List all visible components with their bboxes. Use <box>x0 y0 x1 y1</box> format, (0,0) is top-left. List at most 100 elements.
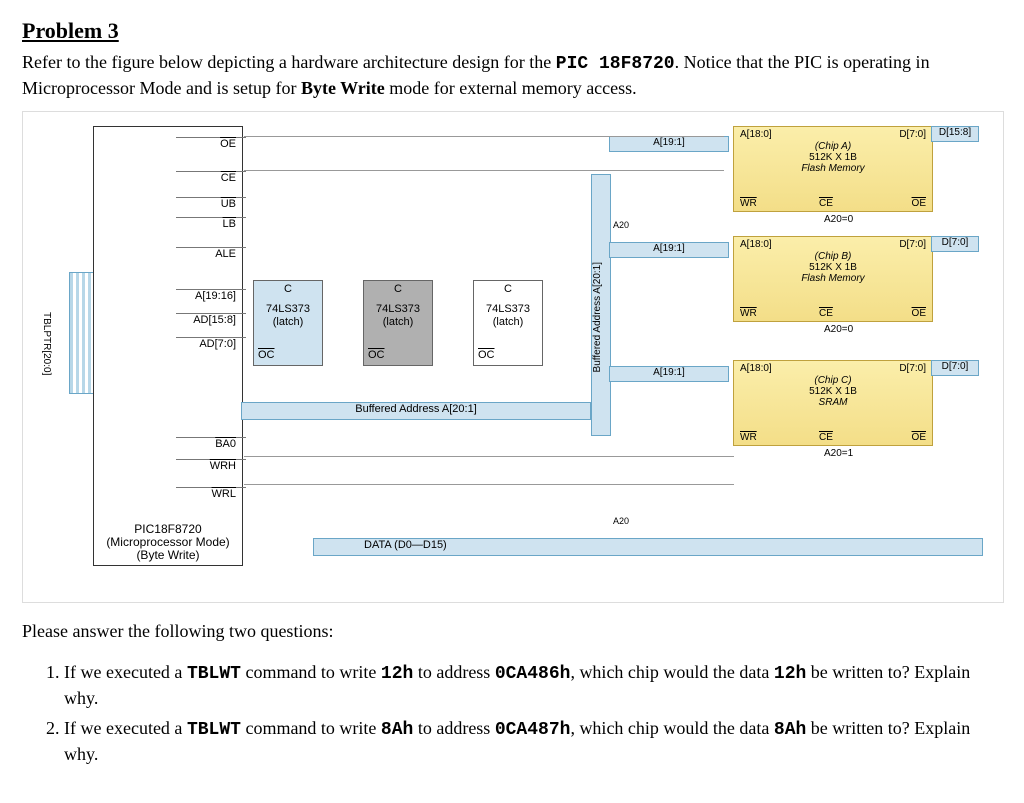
chip-dpin: D[7:0] <box>899 129 926 140</box>
chip-size: 512K X 1B <box>740 386 926 397</box>
chip-note: A20=1 <box>824 448 853 459</box>
chip-type: SRAM <box>740 397 926 408</box>
chip-ce: CE <box>819 432 833 443</box>
chip-ce: CE <box>819 308 833 319</box>
chip-name: (Chip A) <box>740 141 926 152</box>
q1-e: to address <box>413 662 494 682</box>
question-2: If we executed a TBLWT command to write … <box>64 716 1002 767</box>
latch-name: 74LS373 <box>486 303 530 315</box>
pin-ba0: BA0 <box>176 437 246 456</box>
pic-caption: PIC18F8720 (Microprocessor Mode) (Byte W… <box>94 523 242 563</box>
chip-oe: OE <box>912 198 926 209</box>
chip-type: Flash Memory <box>740 273 926 284</box>
chip-size: 512K X 1B <box>740 262 926 273</box>
dbus-chip-a: D[15:8] <box>931 126 979 142</box>
chip-ce: CE <box>819 198 833 209</box>
q2-c: command to write <box>241 718 381 738</box>
intro-a: Refer to the figure below depicting a ha… <box>22 52 556 72</box>
question-1: If we executed a TBLWT command to write … <box>64 660 1002 711</box>
latch-name: 74LS373 <box>266 303 310 315</box>
latch-1: C 74LS373 (latch) OC <box>253 280 323 366</box>
q2-e: to address <box>413 718 494 738</box>
chip-wr: WR <box>740 198 757 209</box>
chip-dpin: D[7:0] <box>899 363 926 374</box>
q1-g: , which chip would the data <box>570 662 773 682</box>
q2-val: 8Ah <box>381 720 413 740</box>
chip-addr: A[18:0] <box>740 239 772 250</box>
chip-name: (Chip B) <box>740 251 926 262</box>
a20-node-top: A20 <box>613 220 629 230</box>
pin-ale: ALE <box>176 247 246 266</box>
pin-lb: LB <box>176 217 246 236</box>
wire-ce <box>244 170 724 171</box>
q1-cmd: TBLWT <box>187 664 241 684</box>
latch-c: C <box>364 283 432 296</box>
q1-val2: 12h <box>774 664 806 684</box>
latch-2: C 74LS373 (latch) OC <box>363 280 433 366</box>
latch-sub: (latch) <box>493 316 524 328</box>
chip-dpin: D[7:0] <box>899 239 926 250</box>
addr-bus-chip-c: A[19:1] <box>609 366 729 382</box>
pin-ad15-8: AD[15:8] <box>176 313 246 332</box>
chip-a: A[18:0] D[7:0] (Chip A) 512K X 1B Flash … <box>733 126 933 212</box>
pic-microcontroller-block: OE CE UB LB ALE A[19:16] AD[15:8] AD[7:0… <box>93 126 243 566</box>
addr-bus-chip-b: A[19:1] <box>609 242 729 258</box>
q2-g: , which chip would the data <box>570 718 773 738</box>
pin-oe: OE <box>176 137 246 156</box>
followup-prompt: Please answer the following two question… <box>22 621 1002 642</box>
latch-c: C <box>474 283 542 296</box>
q2-val2: 8Ah <box>774 720 806 740</box>
data-bus: DATA (D0—D15) <box>313 538 983 556</box>
chip-name: (Chip C) <box>740 375 926 386</box>
wire-wrh <box>244 456 734 457</box>
buffered-address-bus: Buffered Address A[20:1] <box>241 402 591 420</box>
pin-a19-16: A[19:16] <box>176 289 246 308</box>
q1-c: command to write <box>241 662 381 682</box>
latch-3: C 74LS373 (latch) OC <box>473 280 543 366</box>
chip-type: Flash Memory <box>740 163 926 174</box>
intro-part-code: PIC 18F8720 <box>556 54 675 74</box>
q2-addr: 0CA487h <box>495 720 571 740</box>
tblptr-register-icon <box>69 272 95 394</box>
q1-a: If we executed a <box>64 662 187 682</box>
pin-wrh: WRH <box>176 459 246 478</box>
pin-ad7-0: AD[7:0] <box>176 337 246 356</box>
chip-oe: OE <box>912 308 926 319</box>
intro-bytewrite: Byte Write <box>301 78 385 98</box>
chip-c: A[18:0] D[7:0] (Chip C) 512K X 1B SRAM W… <box>733 360 933 446</box>
chip-addr: A[18:0] <box>740 363 772 374</box>
chip-addr: A[18:0] <box>740 129 772 140</box>
buffered-address-label-vertical: Buffered Address A[20:1] <box>592 262 603 372</box>
chip-wr: WR <box>740 432 757 443</box>
latch-oc: OC <box>258 349 275 362</box>
pin-ub: UB <box>176 197 246 216</box>
chip-oe: OE <box>912 432 926 443</box>
wire-oe <box>244 136 724 137</box>
chip-note: A20=0 <box>824 324 853 335</box>
chip-wr: WR <box>740 308 757 319</box>
q2-a: If we executed a <box>64 718 187 738</box>
question-list: If we executed a TBLWT command to write … <box>22 660 1002 767</box>
tblptr-label: TBLPTR[20:0] <box>41 312 52 375</box>
q1-val: 12h <box>381 664 413 684</box>
latch-oc: OC <box>368 349 385 362</box>
intro-paragraph: Refer to the figure below depicting a ha… <box>22 50 1002 101</box>
intro-e: mode for external memory access. <box>385 78 637 98</box>
q2-cmd: TBLWT <box>187 720 241 740</box>
latch-name: 74LS373 <box>376 303 420 315</box>
latch-c: C <box>254 283 322 296</box>
pic-caption-3: (Byte Write) <box>94 549 242 562</box>
chip-size: 512K X 1B <box>740 152 926 163</box>
architecture-figure: TBLPTR[20:0] OE CE UB LB ALE A[19:16] AD… <box>22 111 1004 603</box>
wire-wrl <box>244 484 734 485</box>
latch-oc: OC <box>478 349 495 362</box>
chip-note: A20=0 <box>824 214 853 225</box>
dbus-chip-b: D[7:0] <box>931 236 979 252</box>
a20-node-bottom: A20 <box>613 516 629 526</box>
problem-title: Problem 3 <box>22 18 1002 44</box>
q1-addr: 0CA486h <box>495 664 571 684</box>
latch-sub: (latch) <box>273 316 304 328</box>
pin-wrl: WRL <box>176 487 246 506</box>
addr-bus-chip-a: A[19:1] <box>609 136 729 152</box>
chip-b: A[18:0] D[7:0] (Chip B) 512K X 1B Flash … <box>733 236 933 322</box>
